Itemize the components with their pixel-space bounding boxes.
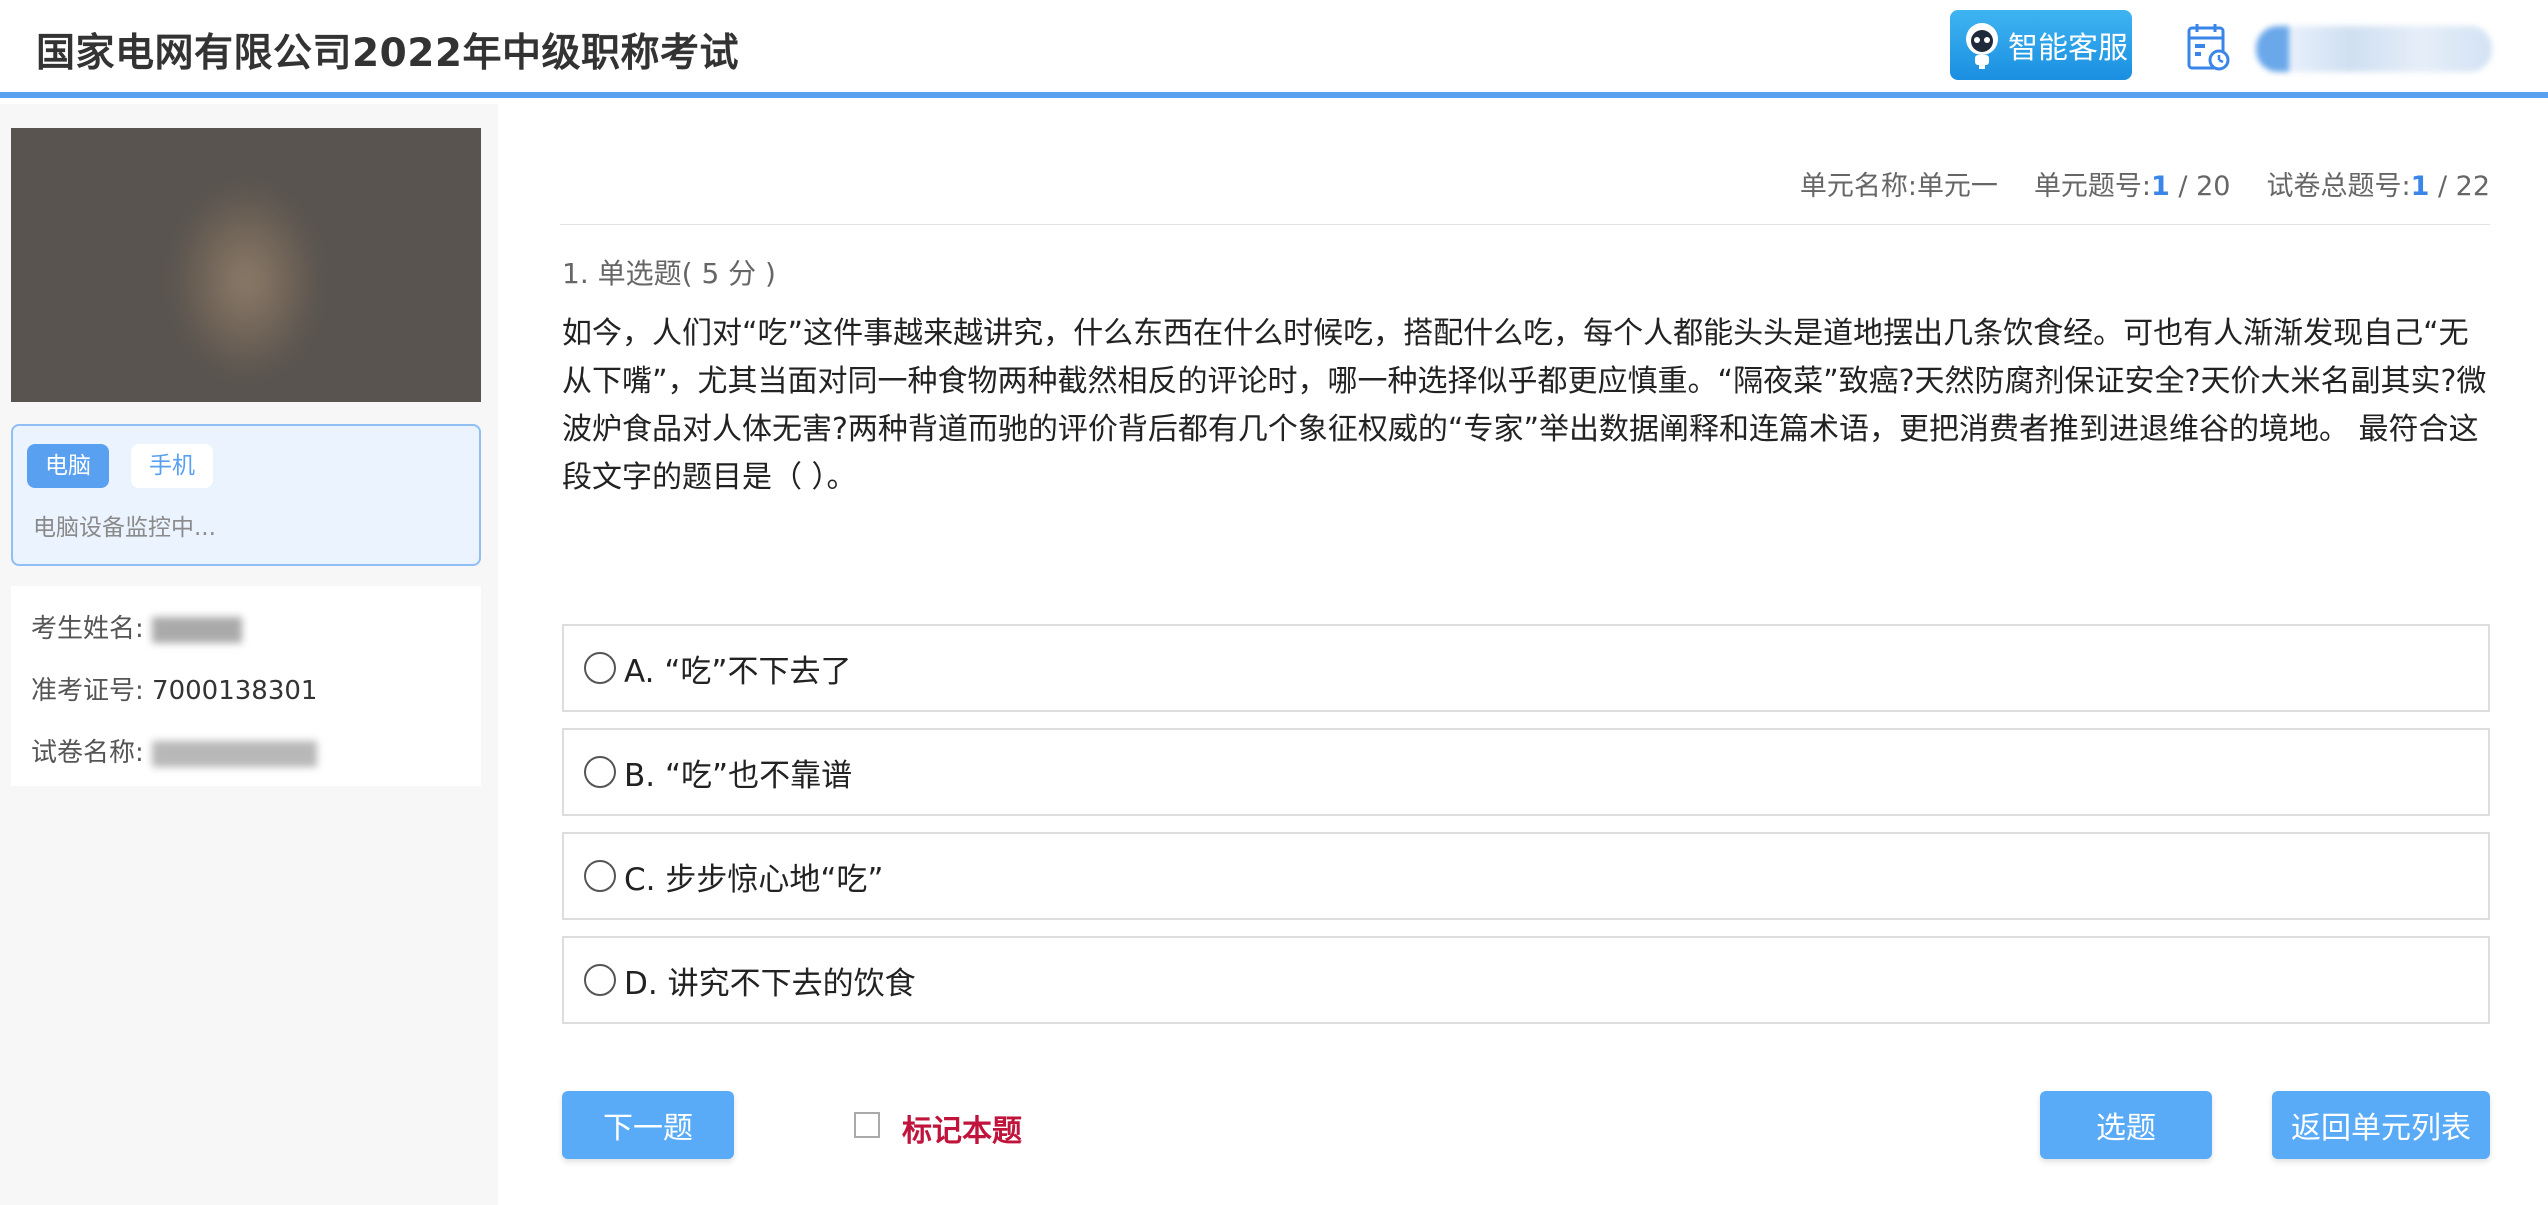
- candidate-name-label: 考生姓名:: [31, 614, 144, 644]
- calendar-icon[interactable]: [2186, 22, 2232, 72]
- paper-name-blurred: [152, 740, 318, 767]
- smart-service-button[interactable]: 智能客服: [1950, 10, 2132, 80]
- radio-icon[interactable]: [584, 860, 616, 892]
- option-a-label: A. “吃”不下去了: [624, 653, 852, 690]
- smart-service-label: 智能客服: [2008, 31, 2128, 66]
- user-account-blurred[interactable]: [2256, 26, 2492, 72]
- candidate-id-label: 准考证号:: [31, 676, 144, 706]
- exam-title: 国家电网有限公司2022年中级职称考试: [36, 31, 740, 76]
- radio-icon[interactable]: [584, 652, 616, 684]
- device-monitor-panel: 电脑 手机 电脑设备监控中...: [11, 424, 481, 566]
- paper-name-label: 试卷名称:: [31, 738, 144, 768]
- unit-no-label: 单元题号:: [2033, 171, 2152, 202]
- paper-no-label: 试卷总题号:: [2266, 171, 2411, 202]
- question-meta: 单元名称:单元一 单元题号:1 / 20 试卷总题号:1 / 22: [1800, 164, 2490, 203]
- tab-pc[interactable]: 电脑: [27, 444, 109, 488]
- option-a[interactable]: A. “吃”不下去了: [562, 624, 2490, 712]
- monitor-status-text: 电脑设备监控中...: [33, 515, 216, 541]
- robot-icon: [1966, 23, 1998, 69]
- candidate-id-value: 7000138301: [152, 676, 318, 706]
- sidebar: 电脑 手机 电脑设备监控中... 考生姓名: 准考证号: 7000138301 …: [0, 104, 498, 1205]
- paper-total-number: / 22: [2429, 171, 2490, 202]
- question-type: 1. 单选题( 5 分 ): [562, 257, 776, 290]
- option-b[interactable]: B. “吃”也不靠谱: [562, 728, 2490, 816]
- mark-question-label[interactable]: 标记本题: [902, 1106, 1022, 1150]
- candidate-name-row: 考生姓名:: [31, 608, 243, 645]
- option-c-label: C. 步步惊心地“吃”: [624, 861, 884, 898]
- candidate-name-blurred: [152, 616, 243, 643]
- unit-name-label: 单元名称:: [1799, 171, 1917, 202]
- paper-current-number: 1: [2410, 171, 2430, 202]
- next-question-button[interactable]: 下一题: [562, 1091, 734, 1159]
- back-to-unit-list-button[interactable]: 返回单元列表: [2272, 1091, 2490, 1159]
- candidate-id-row: 准考证号: 7000138301: [31, 670, 317, 707]
- option-c[interactable]: C. 步步惊心地“吃”: [562, 832, 2490, 920]
- option-b-label: B. “吃”也不靠谱: [624, 757, 853, 794]
- unit-name-value: 单元一: [1916, 171, 1998, 202]
- question-text: 如今，人们对“吃”这件事越来越讲究，什么东西在什么时候吃，搭配什么吃，每个人都能…: [562, 316, 2487, 495]
- question-area: 单元名称:单元一 单元题号:1 / 20 试卷总题号:1 / 22 1. 单选题( …: [560, 104, 2490, 1205]
- candidate-camera-feed: [11, 128, 481, 402]
- option-d[interactable]: D. 讲究不下去的饮食: [562, 936, 2490, 1024]
- app-header: 国家电网有限公司2022年中级职称考试 智能客服: [0, 0, 2548, 98]
- radio-icon[interactable]: [584, 756, 616, 788]
- option-d-label: D. 讲究不下去的饮食: [624, 965, 916, 1002]
- unit-current-number: 1: [2151, 171, 2170, 202]
- choose-question-button[interactable]: 选题: [2040, 1091, 2212, 1159]
- candidate-info: 考生姓名: 准考证号: 7000138301 试卷名称:: [11, 586, 481, 786]
- tab-mobile[interactable]: 手机: [131, 444, 213, 488]
- meta-divider: [560, 224, 2490, 225]
- mark-question-checkbox[interactable]: [854, 1112, 880, 1138]
- radio-icon[interactable]: [584, 964, 616, 996]
- unit-total-number: / 20: [2169, 171, 2231, 202]
- paper-name-row: 试卷名称:: [31, 732, 318, 769]
